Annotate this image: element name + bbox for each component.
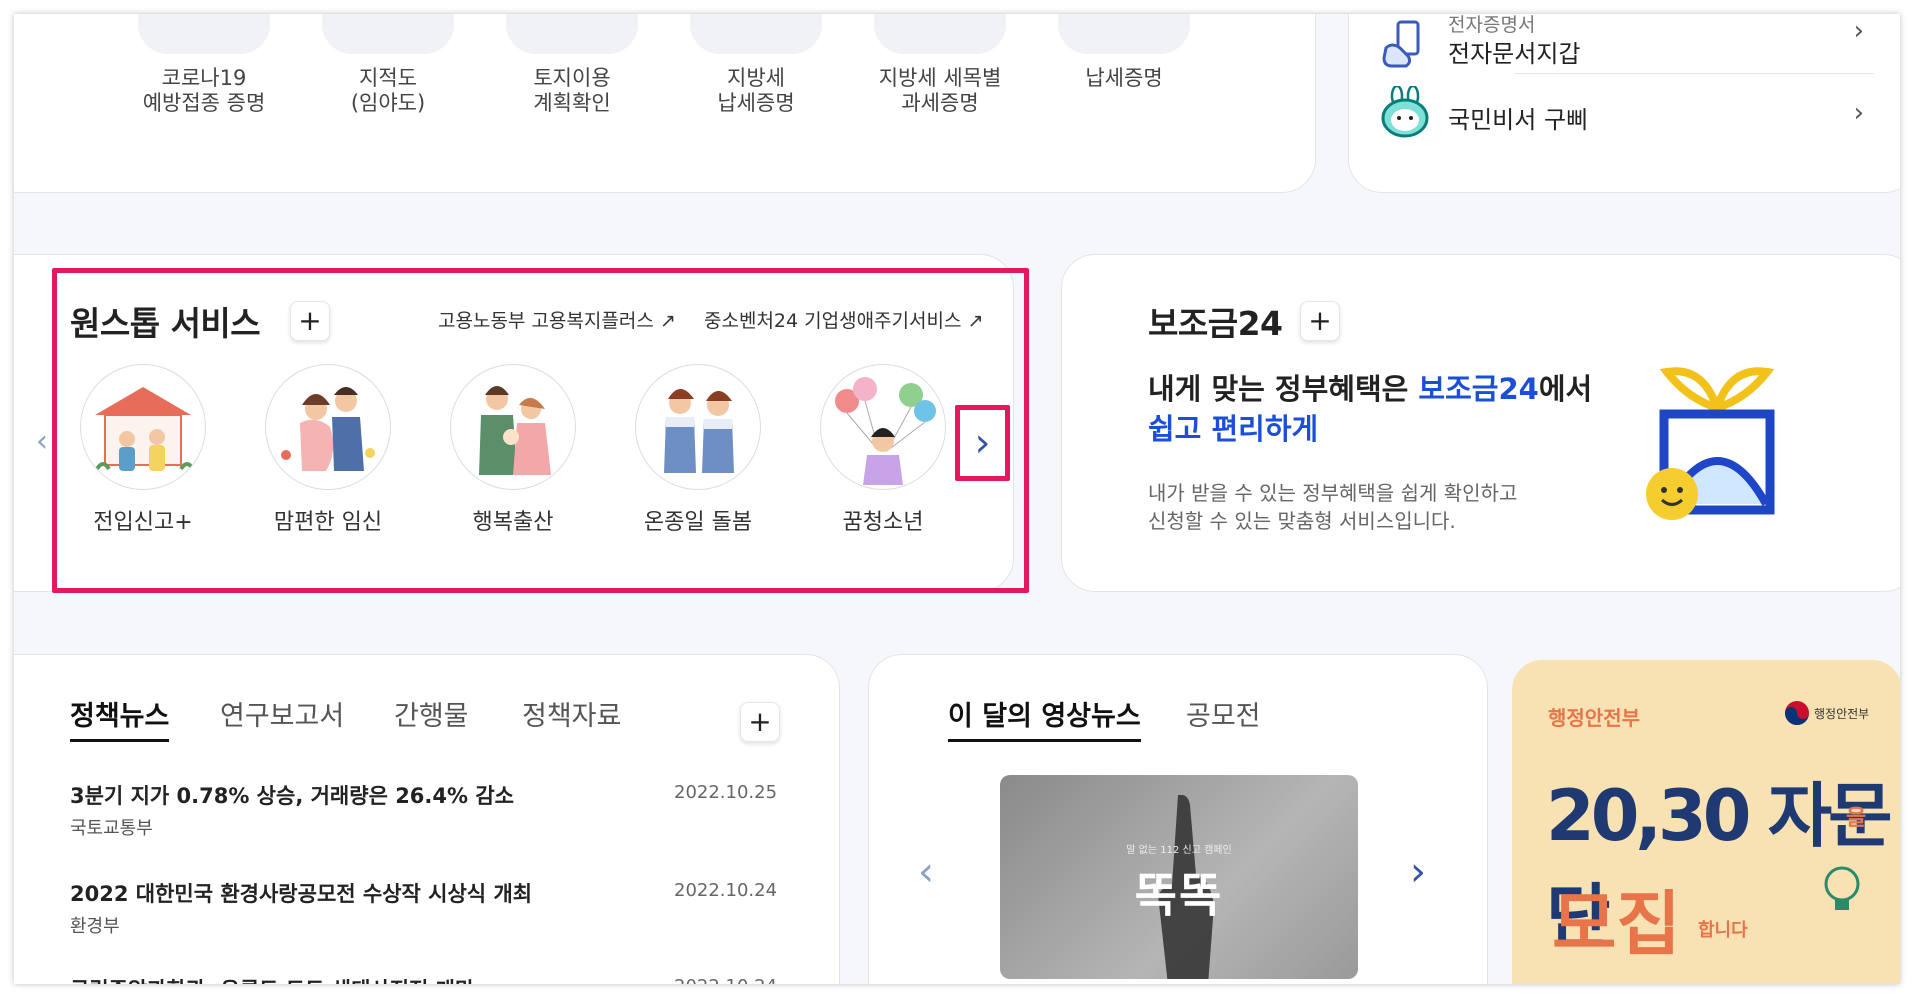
service-all-day-care[interactable]: 온종일 돌봄 bbox=[613, 364, 783, 536]
poster-line2: 모집 bbox=[1552, 883, 1681, 965]
news-item-date: 2022.10.24 bbox=[674, 976, 777, 984]
lightbulb-icon bbox=[1824, 866, 1860, 910]
subsidy-title: 보조금24 bbox=[1148, 304, 1283, 343]
video-caption: 말 없는 112 신고 캠페인 bbox=[1126, 845, 1232, 856]
subsidy-heading-part2: 에서 bbox=[1538, 372, 1593, 406]
service-pregnancy[interactable]: 맘편한 임신 bbox=[243, 364, 413, 536]
onestop-title: 원스톱 서비스 bbox=[70, 304, 261, 343]
service-birth[interactable]: 행복출산 bbox=[428, 364, 598, 536]
care-illustration bbox=[635, 364, 761, 490]
tab-contest[interactable]: 공모전 bbox=[1186, 694, 1261, 733]
service-label: 꿈청소년 bbox=[842, 510, 924, 535]
video-title: 똑똑 bbox=[1134, 868, 1224, 922]
tab-video-news[interactable]: 이 달의 영상뉴스 bbox=[948, 694, 1141, 742]
certificate-icon[interactable] bbox=[138, 14, 270, 54]
service-label: 행복출산 bbox=[472, 510, 554, 535]
birth-illustration bbox=[450, 364, 576, 490]
subsidy-heading-part1: 내게 맞는 정부혜택은 bbox=[1148, 372, 1419, 406]
certificate-item[interactable]: 지적도 (임야도) bbox=[294, 66, 482, 116]
poster-ministry-logo: 행정안전부 bbox=[1814, 707, 1870, 721]
tab-research-report[interactable]: 연구보고서 bbox=[220, 694, 344, 733]
chevron-left-icon[interactable]: ‹ bbox=[36, 424, 48, 459]
wallet-phone-icon bbox=[1382, 20, 1420, 68]
news-more-button[interactable]: + bbox=[740, 702, 780, 742]
subsidy-desc-line1: 내가 받을 수 있는 정부혜택을 쉽게 확인하고 bbox=[1148, 481, 1518, 505]
video-thumbnail[interactable]: 말 없는 112 신고 캠페인 똑똑 bbox=[1000, 775, 1358, 979]
service-move-in[interactable]: 전입신고+ bbox=[58, 364, 228, 536]
onestop-next-button[interactable]: › bbox=[955, 405, 1010, 481]
video-next-button[interactable]: › bbox=[1410, 849, 1426, 895]
youth-illustration bbox=[820, 364, 946, 490]
chevron-right-icon: › bbox=[1853, 16, 1864, 46]
certificate-icon[interactable] bbox=[506, 14, 638, 54]
news-item-title[interactable]: 국립중앙과학관, 유류도 도도 생태사진전 개막 bbox=[70, 974, 474, 984]
video-prev-button[interactable]: ‹ bbox=[918, 849, 934, 895]
chevron-right-icon: › bbox=[1853, 98, 1864, 128]
service-label: 맘편한 임신 bbox=[273, 510, 383, 535]
subsidy-heading-highlight: 보조금24 bbox=[1418, 372, 1539, 406]
certificate-icon[interactable] bbox=[322, 14, 454, 54]
onestop-more-button[interactable]: + bbox=[290, 301, 330, 341]
tab-policy-materials[interactable]: 정책자료 bbox=[522, 694, 621, 733]
service-label: 전입신고+ bbox=[93, 510, 193, 535]
certificate-item[interactable]: 토지이용 계획확인 bbox=[478, 66, 666, 116]
poster-particle: 을 bbox=[1846, 806, 1867, 831]
news-item-source: 국토교통부 bbox=[70, 818, 153, 839]
certificate-icon[interactable] bbox=[1058, 14, 1190, 54]
subsidy-desc-line2: 신청할 수 있는 맞춤형 서비스입니다. bbox=[1148, 509, 1456, 533]
service-youth[interactable]: 꿈청소년 bbox=[798, 364, 968, 536]
certificate-icon[interactable] bbox=[874, 14, 1006, 54]
subsidy-heading-line2: 쉽고 편리하게 bbox=[1148, 412, 1319, 446]
viewport: 코로나19 예방접종 증명 지적도 (임야도) 토지이용 계획확인 지방세 납세증명 지… bbox=[14, 14, 1900, 984]
subsidy-description: 내가 받을 수 있는 정부혜택을 쉽게 확인하고 신청할 수 있는 맞춤형 서비… bbox=[1148, 479, 1517, 535]
gift-box-icon bbox=[1646, 367, 1775, 520]
news-item-date: 2022.10.25 bbox=[674, 782, 778, 803]
gubbi-rabbit-icon bbox=[1381, 86, 1429, 138]
poster-line2-suffix: 합니다 bbox=[1698, 920, 1748, 941]
subsidy-heading: 내게 맞는 정부혜택은 보조금24에서 쉽고 편리하게 bbox=[1148, 369, 1592, 449]
certificate-item[interactable]: 납세증명 bbox=[1030, 66, 1218, 91]
taegeuk-icon bbox=[1785, 701, 1809, 725]
news-item-source: 환경부 bbox=[70, 916, 120, 937]
tab-publications[interactable]: 간행물 bbox=[394, 694, 469, 733]
news-item-title[interactable]: 3분기 지가 0.78% 상승, 거래량은 26.4% 감소 bbox=[70, 780, 514, 810]
tab-policy-news[interactable]: 정책뉴스 bbox=[70, 694, 170, 742]
pregnancy-illustration bbox=[265, 364, 391, 490]
move-in-illustration bbox=[80, 364, 206, 490]
gubbi-label: 국민비서 구삐 bbox=[1448, 106, 1589, 134]
certificate-item[interactable]: 코로나19 예방접종 증명 bbox=[110, 66, 298, 116]
news-item-title[interactable]: 2022 대한민국 환경사랑공모전 수상작 시상식 개최 bbox=[70, 878, 532, 908]
e-wallet-label: 전자문서지갑 bbox=[1448, 40, 1581, 68]
certificate-item[interactable]: 지방세 세목별 과세증명 bbox=[846, 66, 1034, 116]
chevron-right-icon: › bbox=[974, 420, 991, 466]
secretary-gubbi-link[interactable]: 국민비서 구삐 › bbox=[1378, 86, 1878, 152]
subsidy-more-button[interactable]: + bbox=[1300, 301, 1340, 341]
recruit-poster[interactable]: 행정안전부 행정안전부 20,30 자문단 을 모집 합니다 bbox=[1512, 660, 1900, 984]
certificate-icon[interactable] bbox=[690, 14, 822, 54]
certificate-item[interactable]: 지방세 납세증명 bbox=[662, 66, 850, 116]
news-item-date: 2022.10.24 bbox=[674, 880, 778, 901]
divider bbox=[1514, 73, 1874, 74]
e-wallet-link[interactable]: 전자증명서 전자문서지갑 › bbox=[1378, 14, 1878, 76]
sme-lifecycle-link[interactable]: 중소벤처24 기업생애주기서비스 ↗ bbox=[704, 306, 983, 333]
service-label: 온종일 돌봄 bbox=[643, 510, 753, 535]
employment-welfare-link[interactable]: 고용노동부 고용복지플러스 ↗ bbox=[438, 306, 676, 333]
poster-ministry: 행정안전부 bbox=[1548, 706, 1640, 730]
